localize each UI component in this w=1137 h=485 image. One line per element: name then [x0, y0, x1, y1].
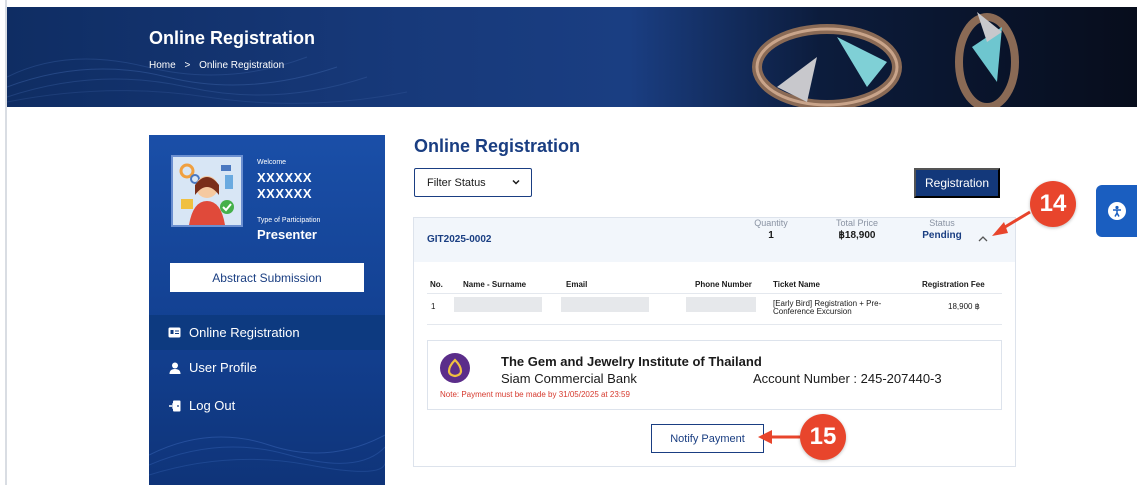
- order-card: GIT2025-0002 Quantity 1 Total Price ฿18,…: [413, 217, 1016, 467]
- status-badge: Pending: [922, 230, 962, 241]
- breadcrumb: Home > Online Registration: [149, 60, 290, 71]
- presenter-avatar-icon: [173, 157, 241, 225]
- quantity-label: Quantity: [754, 218, 788, 228]
- breadcrumb-current: Online Registration: [199, 60, 285, 71]
- status-column: Status Pending: [916, 218, 968, 241]
- table-header-email: Email: [566, 280, 588, 289]
- abstract-submission-button[interactable]: Abstract Submission: [170, 263, 364, 292]
- payee-organization: The Gem and Jewelry Institute of Thailan…: [501, 354, 762, 369]
- order-id: GIT2025-0002: [427, 234, 492, 245]
- breadcrumb-home-link[interactable]: Home: [149, 60, 176, 71]
- table-header-fee: Registration Fee: [922, 280, 985, 289]
- page-banner: Online Registration Home > Online Regist…: [7, 7, 1137, 107]
- notify-payment-button[interactable]: Notify Payment: [651, 424, 764, 453]
- quantity-column: Quantity 1: [746, 218, 796, 241]
- redacted-name: [454, 297, 542, 312]
- registration-button[interactable]: Registration: [914, 168, 1000, 198]
- sidebar: Welcome XXXXXX XXXXXX Type of Participat…: [149, 135, 385, 485]
- row-no: 1: [431, 302, 436, 311]
- total-price-column: Total Price ฿18,900: [824, 218, 890, 241]
- banner-waves-decoration: [7, 56, 408, 104]
- table-header-ticket: Ticket Name: [773, 280, 820, 289]
- welcome-label: Welcome: [257, 159, 287, 166]
- id-card-icon: [168, 326, 181, 339]
- callout-marker-15: 15: [800, 414, 846, 460]
- page: Online Registration Home > Online Regist…: [0, 0, 1137, 485]
- order-card-header[interactable]: GIT2025-0002 Quantity 1 Total Price ฿18,…: [414, 218, 1015, 262]
- jewelry-banner-image: [752, 12, 1019, 107]
- sidebar-item-label: Online Registration: [189, 325, 300, 340]
- quantity-value: 1: [768, 230, 774, 241]
- participation-type-label: Type of Participation: [257, 217, 321, 224]
- table-header-name: Name - Surname: [463, 280, 527, 289]
- user-name-line2: XXXXXX: [257, 186, 313, 201]
- total-price-label: Total Price: [835, 218, 879, 228]
- bank-name: Siam Commercial Bank: [501, 371, 637, 386]
- sidebar-waves-decoration: [149, 434, 385, 476]
- table-row-divider: [427, 324, 1002, 325]
- table-header-phone: Phone Number: [695, 280, 752, 289]
- chevron-up-icon[interactable]: [977, 234, 989, 244]
- avatar: [171, 155, 243, 227]
- breadcrumb-separator: >: [184, 60, 191, 71]
- banner-title: Online Registration: [149, 28, 316, 48]
- row-ticket-name: [Early Bird] Registration + Pre-Conferen…: [773, 299, 882, 316]
- bank-logo-icon: [440, 353, 470, 383]
- sidebar-item-online-registration[interactable]: Online Registration: [149, 315, 385, 350]
- redacted-email: [561, 297, 649, 312]
- account-number: Account Number : 245-207440-3: [753, 371, 942, 386]
- user-name-line1: XXXXXX: [257, 170, 313, 185]
- table-header-no: No.: [430, 280, 443, 289]
- payment-info-box: The Gem and Jewelry Institute of Thailan…: [427, 340, 1002, 410]
- accessibility-button[interactable]: [1096, 185, 1137, 237]
- accessibility-icon: [1107, 202, 1126, 220]
- redacted-phone: [686, 297, 756, 312]
- page-title: Online Registration: [414, 136, 581, 156]
- participation-type-value: Presenter: [257, 227, 317, 242]
- callout-marker-14: 14: [1030, 181, 1076, 227]
- chevron-down-icon: [512, 179, 520, 185]
- total-price-value: ฿18,900: [838, 230, 876, 241]
- status-label: Status: [929, 218, 955, 228]
- payment-deadline-note: Note: Payment must be made by 31/05/2025…: [440, 390, 630, 399]
- table-header-divider: [427, 293, 1002, 294]
- filter-status-select[interactable]: Filter Status: [414, 168, 532, 197]
- row-fee: 18,900 ฿: [948, 302, 980, 311]
- filter-status-label: Filter Status: [427, 176, 486, 189]
